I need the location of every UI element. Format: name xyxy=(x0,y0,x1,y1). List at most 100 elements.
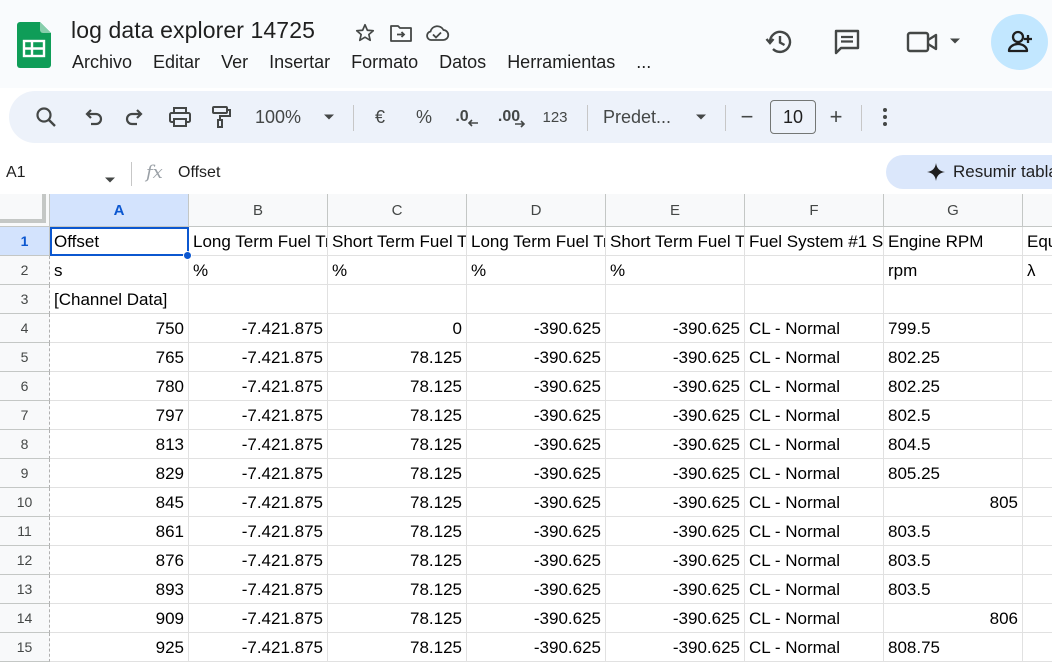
currency-format-button[interactable]: € xyxy=(365,91,395,143)
cell-b12[interactable]: -7.421.875 xyxy=(189,546,328,575)
cell-h7[interactable] xyxy=(1023,401,1052,430)
zoom-chevron-down-icon[interactable] xyxy=(317,91,341,143)
meet-video-icon[interactable] xyxy=(904,26,940,58)
cell-e10[interactable]: -390.625 xyxy=(606,488,745,517)
select-all-corner[interactable] xyxy=(0,194,50,227)
cell-c7[interactable]: 78.125 xyxy=(328,401,467,430)
cell-f14[interactable]: CL - Normal xyxy=(745,604,884,633)
print-icon[interactable] xyxy=(163,91,197,143)
row-header[interactable]: 4 xyxy=(0,314,50,343)
row-header[interactable]: 15 xyxy=(0,633,50,662)
cell-c11[interactable]: 78.125 xyxy=(328,517,467,546)
cell-e12[interactable]: -390.625 xyxy=(606,546,745,575)
cell-c1[interactable]: Short Term Fuel Trim Bank 1 xyxy=(328,227,467,256)
increase-font-size-button[interactable]: + xyxy=(823,91,849,143)
cell-g13[interactable]: 803.5 xyxy=(884,575,1023,604)
cell-a15[interactable]: 925 xyxy=(50,633,189,662)
decrease-decimals-button[interactable]: .0 xyxy=(449,91,485,143)
cell-g11[interactable]: 803.5 xyxy=(884,517,1023,546)
row-header[interactable]: 12 xyxy=(0,546,50,575)
cell-d5[interactable]: -390.625 xyxy=(467,343,606,372)
font-select[interactable]: Predet... xyxy=(599,91,691,143)
cell-d8[interactable]: -390.625 xyxy=(467,430,606,459)
font-size-input[interactable]: 10 xyxy=(770,100,816,134)
cell-h15[interactable] xyxy=(1023,633,1052,662)
cell-b9[interactable]: -7.421.875 xyxy=(189,459,328,488)
cell-g1[interactable]: Engine RPM xyxy=(884,227,1023,256)
cell-d4[interactable]: -390.625 xyxy=(467,314,606,343)
column-header-c[interactable]: C xyxy=(328,194,467,227)
cell-c2[interactable]: % xyxy=(328,256,467,285)
column-header-f[interactable]: F xyxy=(745,194,884,227)
row-header[interactable]: 1 xyxy=(0,227,50,256)
cell-b3[interactable] xyxy=(189,285,328,314)
cell-e4[interactable]: -390.625 xyxy=(606,314,745,343)
menu-formato[interactable]: Formato xyxy=(351,52,418,73)
document-title[interactable]: log data explorer 14725 xyxy=(71,17,315,44)
cell-b13[interactable]: -7.421.875 xyxy=(189,575,328,604)
cell-g3[interactable] xyxy=(884,285,1023,314)
cell-f10[interactable]: CL - Normal xyxy=(745,488,884,517)
menu-insertar[interactable]: Insertar xyxy=(269,52,330,73)
cell-e3[interactable] xyxy=(606,285,745,314)
cell-e1[interactable]: Short Term Fuel Trim Bank 2 xyxy=(606,227,745,256)
cell-a14[interactable]: 909 xyxy=(50,604,189,633)
column-header-h[interactable] xyxy=(1023,194,1052,227)
cell-h10[interactable] xyxy=(1023,488,1052,517)
row-header[interactable]: 6 xyxy=(0,372,50,401)
menu-editar[interactable]: Editar xyxy=(153,52,200,73)
summarize-table-button[interactable]: Resumir tabla xyxy=(886,155,1052,189)
cell-a8[interactable]: 813 xyxy=(50,430,189,459)
row-header[interactable]: 8 xyxy=(0,430,50,459)
cell-c13[interactable]: 78.125 xyxy=(328,575,467,604)
cell-d7[interactable]: -390.625 xyxy=(467,401,606,430)
cell-b10[interactable]: -7.421.875 xyxy=(189,488,328,517)
cell-e9[interactable]: -390.625 xyxy=(606,459,745,488)
cell-c4[interactable]: 0 xyxy=(328,314,467,343)
cell-f13[interactable]: CL - Normal xyxy=(745,575,884,604)
cell-f4[interactable]: CL - Normal xyxy=(745,314,884,343)
cell-b15[interactable]: -7.421.875 xyxy=(189,633,328,662)
search-menus-icon[interactable] xyxy=(29,91,63,143)
cell-d11[interactable]: -390.625 xyxy=(467,517,606,546)
cell-g9[interactable]: 805.25 xyxy=(884,459,1023,488)
cell-e15[interactable]: -390.625 xyxy=(606,633,745,662)
cell-g5[interactable]: 802.25 xyxy=(884,343,1023,372)
cell-d6[interactable]: -390.625 xyxy=(467,372,606,401)
cell-g7[interactable]: 802.5 xyxy=(884,401,1023,430)
cell-e8[interactable]: -390.625 xyxy=(606,430,745,459)
cell-f6[interactable]: CL - Normal xyxy=(745,372,884,401)
cell-h11[interactable] xyxy=(1023,517,1052,546)
cell-h3[interactable] xyxy=(1023,285,1052,314)
move-folder-icon[interactable] xyxy=(388,20,414,46)
cell-a11[interactable]: 861 xyxy=(50,517,189,546)
cell-a12[interactable]: 876 xyxy=(50,546,189,575)
star-icon[interactable] xyxy=(352,20,378,46)
more-formats-button[interactable]: 123 xyxy=(537,91,573,143)
cell-c10[interactable]: 78.125 xyxy=(328,488,467,517)
cell-c3[interactable] xyxy=(328,285,467,314)
row-header[interactable]: 7 xyxy=(0,401,50,430)
cell-a10[interactable]: 845 xyxy=(50,488,189,517)
menu-more[interactable]: ... xyxy=(636,52,651,73)
cell-h2[interactable]: λ xyxy=(1023,256,1052,285)
cell-a6[interactable]: 780 xyxy=(50,372,189,401)
cell-c12[interactable]: 78.125 xyxy=(328,546,467,575)
column-header-g[interactable]: G xyxy=(884,194,1023,227)
cell-a1[interactable]: Offset xyxy=(50,227,189,256)
cell-c9[interactable]: 78.125 xyxy=(328,459,467,488)
cell-g14[interactable]: 806 xyxy=(884,604,1023,633)
cell-h9[interactable] xyxy=(1023,459,1052,488)
cell-g6[interactable]: 802.25 xyxy=(884,372,1023,401)
cell-a13[interactable]: 893 xyxy=(50,575,189,604)
cell-g8[interactable]: 804.5 xyxy=(884,430,1023,459)
cell-d3[interactable] xyxy=(467,285,606,314)
cell-b4[interactable]: -7.421.875 xyxy=(189,314,328,343)
cell-b6[interactable]: -7.421.875 xyxy=(189,372,328,401)
menu-herramientas[interactable]: Herramientas xyxy=(507,52,615,73)
cell-b2[interactable]: % xyxy=(189,256,328,285)
cell-f8[interactable]: CL - Normal xyxy=(745,430,884,459)
cell-g4[interactable]: 799.5 xyxy=(884,314,1023,343)
sheets-logo-icon[interactable] xyxy=(17,22,51,68)
cell-h12[interactable] xyxy=(1023,546,1052,575)
